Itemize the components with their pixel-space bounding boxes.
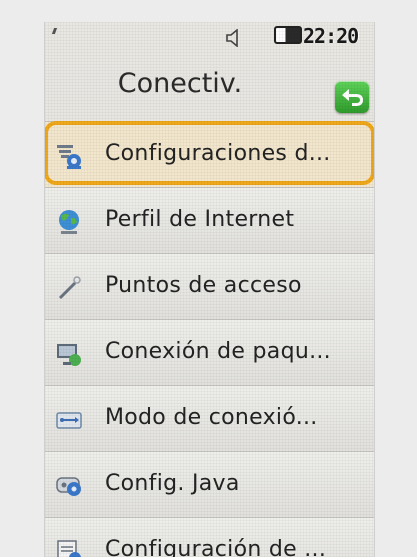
menu-item-modo-conexion[interactable]: Modo de conexió... <box>45 385 374 451</box>
menu-item-conexion-paquetes[interactable]: Conexión de paqu... <box>45 319 374 385</box>
menu-item-label: Modo de conexió... <box>105 405 318 430</box>
menu-item-label: Config. Java <box>105 471 240 496</box>
menu-item-configuracion[interactable]: Configuración de ... <box>45 517 374 557</box>
menu-item-label: Puntos de acceso <box>105 273 302 298</box>
menu-item-puntos-acceso[interactable]: Puntos de acceso <box>45 253 374 319</box>
clock: 22:20 <box>303 24 359 48</box>
battery-icon <box>274 26 302 44</box>
signal-mark <box>51 28 58 34</box>
menu-item-label: Perfil de Internet <box>105 207 295 232</box>
status-bar: 22:20 <box>45 22 374 54</box>
speaker-icon <box>226 29 238 47</box>
back-arrow-icon <box>342 89 363 106</box>
menu-item-label: Conexión de paqu... <box>105 339 331 364</box>
menu-item-config-java[interactable]: Config. Java <box>45 451 374 517</box>
page-title: Conectiv. <box>117 68 243 99</box>
globe-icon <box>59 210 79 234</box>
usb-mode-icon <box>56 412 82 429</box>
configuration-icon <box>57 540 81 557</box>
phone-screen: 22:20 Conectiv. Configuraciones d... Per… <box>44 22 375 557</box>
selection-highlight <box>45 121 374 185</box>
connectivity-menu: Configuraciones d... Perfil de Internet … <box>45 121 374 557</box>
menu-item-perfil-internet[interactable]: Perfil de Internet <box>45 187 374 253</box>
back-button[interactable] <box>335 81 369 113</box>
access-point-icon <box>58 276 81 300</box>
java-settings-icon <box>56 477 81 496</box>
packet-connection-icon <box>57 344 81 366</box>
menu-item-label: Configuración de ... <box>105 537 327 557</box>
